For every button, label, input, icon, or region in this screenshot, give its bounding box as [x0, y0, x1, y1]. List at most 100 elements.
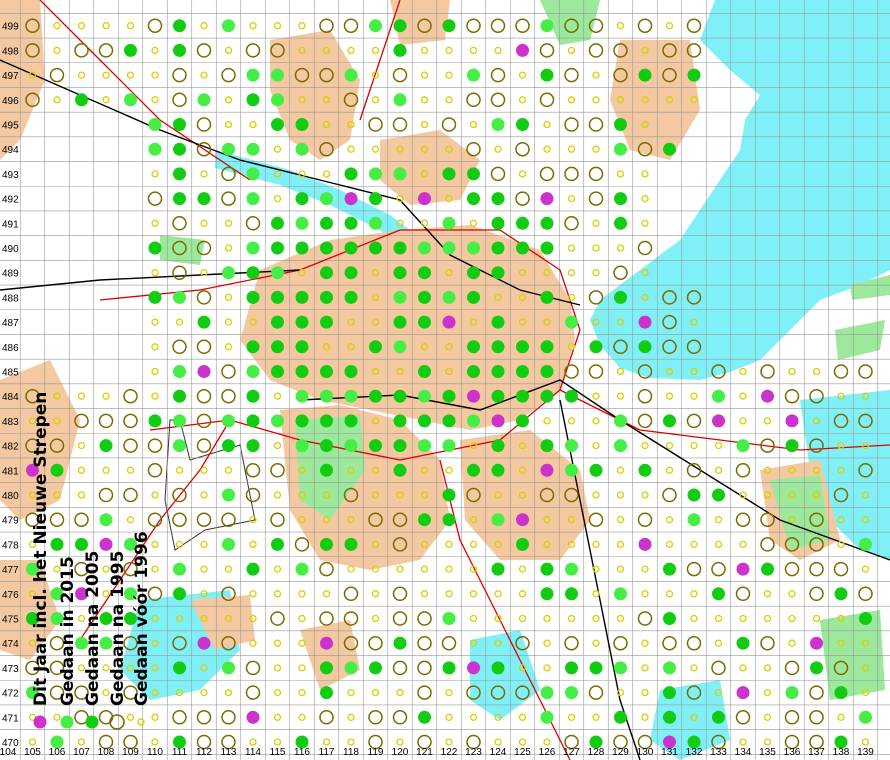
marker-before-1996 — [151, 713, 159, 721]
marker-after-1995 — [172, 710, 187, 725]
marker-before-1996 — [322, 590, 331, 598]
marker-after-2005 — [663, 710, 676, 724]
marker-after-2005 — [516, 340, 529, 354]
marker-after-1995 — [392, 586, 408, 602]
y-tick-label: 498 — [2, 46, 19, 57]
marker-after-1995 — [490, 67, 506, 83]
marker-after-2005 — [712, 710, 725, 724]
marker-2015 — [271, 68, 284, 82]
marker-before-1996 — [298, 713, 306, 721]
marker-after-1995 — [637, 512, 653, 527]
marker-before-1996 — [347, 688, 355, 697]
x-tick-label: 135 — [759, 747, 776, 758]
marker-before-1996 — [641, 664, 649, 672]
marker-before-1996 — [126, 713, 135, 721]
marker-after-2005 — [663, 686, 676, 700]
marker-before-1996 — [420, 120, 429, 129]
marker-after-2005 — [418, 290, 431, 304]
marker-before-1996 — [224, 565, 233, 573]
marker-after-1995 — [221, 512, 236, 527]
marker-after-1995 — [123, 487, 138, 503]
marker-after-1995 — [539, 92, 555, 108]
marker-before-1996 — [861, 565, 870, 573]
marker-before-1996 — [322, 170, 331, 178]
marker-before-1996 — [224, 688, 233, 697]
marker-after-1995 — [613, 635, 628, 651]
marker-after-1995 — [245, 43, 261, 58]
marker-before-1996 — [739, 540, 747, 549]
marker-before-1996 — [690, 441, 698, 450]
marker-before-1996 — [518, 713, 527, 721]
marker-after-2005 — [565, 661, 578, 675]
marker-before-1996 — [445, 96, 453, 104]
marker-after-2005 — [369, 241, 382, 255]
y-tick-label: 479 — [2, 516, 19, 527]
marker-after-2005 — [663, 562, 676, 576]
marker-before-1996 — [396, 738, 404, 746]
y-tick-label: 475 — [2, 615, 19, 626]
marker-2015 — [222, 19, 235, 33]
marker-2015 — [344, 439, 358, 453]
marker-2015 — [467, 414, 480, 428]
marker-after-2005 — [565, 587, 578, 601]
marker-after-2005 — [491, 192, 505, 206]
marker-after-2005 — [173, 389, 186, 403]
marker-before-1996 — [641, 219, 649, 227]
y-tick-label: 492 — [2, 195, 19, 206]
y-tick-label: 473 — [2, 664, 19, 675]
marker-before-1996 — [469, 120, 478, 129]
marker-after-1995 — [637, 388, 653, 404]
marker-after-2005 — [271, 216, 284, 230]
marker-after-2005 — [491, 365, 505, 378]
marker-after-1995 — [539, 166, 555, 182]
marker-before-1996 — [151, 392, 159, 400]
marker-after-2005 — [491, 439, 505, 453]
marker-after-1995 — [343, 586, 359, 602]
marker-after-1995 — [123, 413, 138, 429]
marker-before-1996 — [273, 688, 282, 697]
marker-after-1995 — [49, 512, 65, 527]
marker-after-1995 — [147, 18, 163, 33]
marker-after-1995 — [613, 265, 628, 280]
marker-before-1996 — [445, 590, 453, 598]
marker-after-1995 — [686, 561, 702, 577]
marker-2015 — [614, 587, 627, 601]
marker-before-1996 — [53, 22, 61, 30]
marker-after-2005 — [467, 266, 480, 280]
marker-2015 — [736, 439, 750, 453]
x-tick-label: 139 — [857, 747, 874, 758]
y-tick-label: 496 — [2, 96, 19, 107]
marker-before-1996 — [298, 664, 306, 672]
marker-after-2005 — [320, 439, 333, 453]
marker-before-1996 — [592, 491, 600, 499]
marker-2015 — [246, 142, 260, 156]
marker-2015 — [491, 118, 505, 131]
marker-2015 — [173, 562, 186, 576]
marker-before-1996 — [641, 441, 649, 450]
marker-2015 — [148, 142, 162, 156]
legend: Dit Jaar incl. het Nieuwe Strepen Gedaan … — [31, 392, 152, 730]
marker-2015 — [614, 414, 627, 428]
marker-before-1996 — [714, 639, 723, 647]
marker-before-1996 — [739, 614, 747, 623]
marker-2015 — [565, 315, 578, 329]
marker-after-1995 — [49, 67, 65, 83]
marker-this-year — [344, 192, 358, 206]
marker-before-1996 — [126, 466, 135, 474]
marker-after-2005 — [271, 290, 284, 304]
marker-before-1996 — [273, 392, 282, 400]
marker-before-1996 — [469, 219, 478, 227]
marker-before-1996 — [224, 293, 233, 302]
marker-after-2005 — [148, 241, 162, 255]
y-tick-label: 490 — [2, 244, 19, 255]
marker-after-1995 — [441, 635, 457, 651]
x-tick-label: 127 — [563, 747, 580, 758]
marker-after-2005 — [516, 414, 529, 428]
marker-this-year — [516, 43, 529, 57]
marker-after-2005 — [663, 612, 676, 625]
marker-before-1996 — [151, 170, 159, 178]
x-tick-label: 138 — [833, 747, 850, 758]
marker-2015 — [687, 513, 701, 527]
marker-after-2005 — [197, 315, 211, 329]
marker-after-2005 — [614, 710, 627, 724]
